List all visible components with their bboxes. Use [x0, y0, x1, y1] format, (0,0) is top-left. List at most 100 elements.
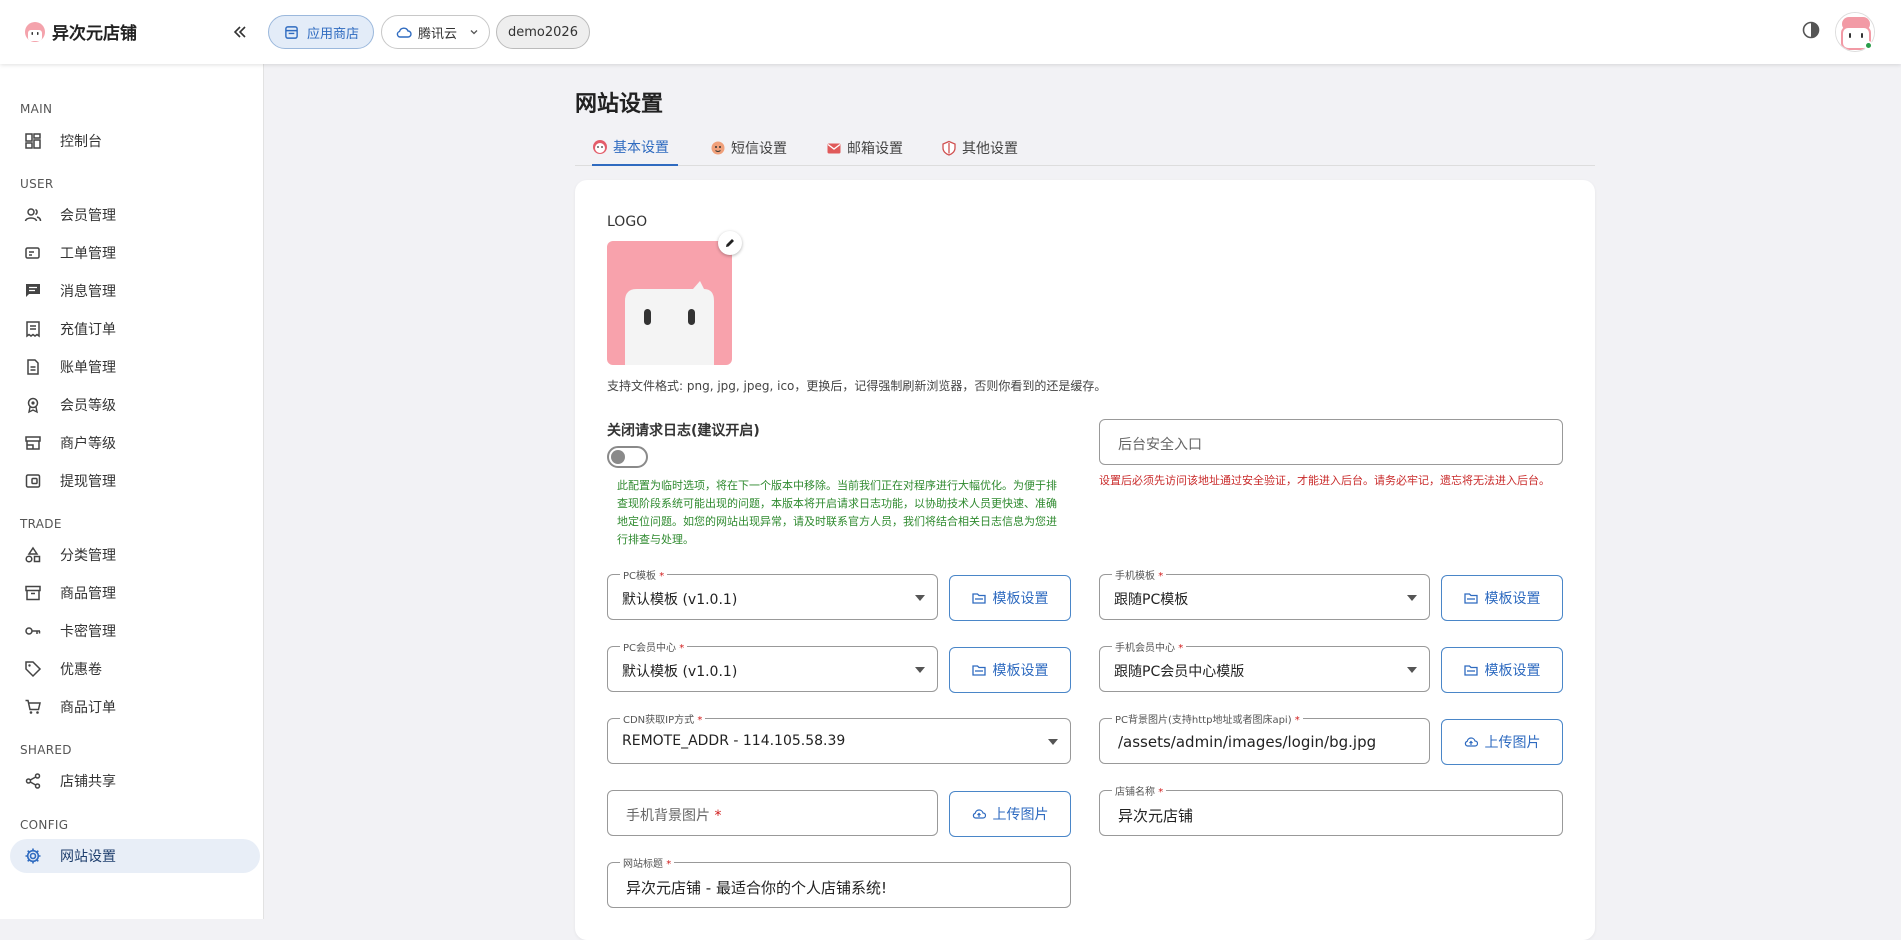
logo-image[interactable]	[607, 241, 732, 365]
field-label: 手机会员中心	[1115, 643, 1175, 654]
collapse-sidebar-button[interactable]	[228, 20, 252, 44]
request-log-label: 关闭请求日志(建议开启)	[607, 423, 760, 439]
sidebar-item-label: 提现管理	[60, 474, 116, 490]
sidebar-item-label: 卡密管理	[60, 624, 116, 640]
dropdown-caret-icon	[1407, 595, 1417, 601]
tag-icon	[25, 661, 42, 678]
upload-pc-background-button[interactable]: 上传图片	[1441, 719, 1563, 765]
sidebar-item-label: 会员管理	[60, 208, 116, 224]
sidebar-item-merchant-levels[interactable]: 商户等级	[10, 426, 260, 460]
admin-entry-field[interactable]: 后台安全入口	[1099, 419, 1563, 465]
category-icon	[25, 546, 41, 563]
sidebar-item-members[interactable]: 会员管理	[10, 198, 260, 232]
brand[interactable]: 异次元店铺	[24, 19, 137, 44]
pc-template-settings-button[interactable]: 模板设置	[949, 575, 1071, 621]
sidebar-item-messages[interactable]: 消息管理	[10, 274, 260, 308]
folder-icon	[971, 593, 986, 604]
demo-label: demo2026	[508, 24, 578, 40]
cloud-upload-icon	[972, 809, 986, 819]
sidebar-item-label: 工单管理	[60, 246, 116, 262]
tab-label: 邮箱设置	[847, 141, 903, 157]
tab-label: 其他设置	[962, 141, 1018, 157]
store-icon	[25, 436, 41, 450]
pc-background-input[interactable]: PC背景图片(支持http地址或者图床api) * /assets/admin/…	[1099, 711, 1430, 764]
mail-icon	[827, 143, 841, 154]
field-label: 网站标题	[623, 859, 663, 870]
sidebar-item-tickets[interactable]: 工单管理	[10, 236, 260, 270]
ticket-icon	[25, 247, 40, 259]
mobile-member-center-select[interactable]: 手机会员中心 * 跟随PC会员中心模版	[1099, 639, 1430, 692]
edit-logo-button[interactable]	[718, 231, 742, 255]
mobile-background-input[interactable]: 手机背景图片 *	[607, 790, 938, 836]
sidebar-item-label: 商户等级	[60, 436, 116, 452]
double-chevron-left-icon	[233, 26, 246, 38]
field-value: REMOTE_ADDR - 114.105.58.39	[622, 733, 846, 749]
sidebar-item-shop-share[interactable]: 店铺共享	[10, 764, 260, 798]
pc-template-select[interactable]: PC模板 * 默认模板 (v1.0.1)	[607, 567, 938, 620]
cloud-selector[interactable]: 腾讯云	[381, 15, 490, 49]
wallet-icon	[25, 474, 41, 488]
site-title-input[interactable]: 网站标题 * 异次元店铺 - 最适合你的个人店铺系统!	[607, 855, 1071, 908]
mobile-template-select[interactable]: 手机模板 * 跟随PC模板	[1099, 567, 1430, 620]
sidebar-item-products[interactable]: 商品管理	[10, 576, 260, 610]
button-label: 上传图片	[992, 807, 1049, 823]
shield-icon	[942, 140, 956, 156]
field-value: 异次元店铺	[1118, 807, 1194, 825]
archive-icon	[25, 585, 41, 601]
sidebar-item-dashboard[interactable]: 控制台	[10, 124, 260, 158]
sidebar-item-coupons[interactable]: 优惠卷	[10, 652, 260, 686]
field-label: 手机模板	[1115, 571, 1155, 582]
field-value: 默认模板 (v1.0.1)	[622, 664, 738, 680]
cloud-label: 腾讯云	[418, 26, 458, 42]
sidebar-item-product-orders[interactable]: 商品订单	[10, 690, 260, 724]
sidebar-item-categories[interactable]: 分类管理	[10, 538, 260, 572]
folder-icon	[1463, 665, 1478, 676]
request-log-toggle[interactable]	[607, 446, 648, 468]
sidebar-item-label: 优惠卷	[60, 662, 102, 678]
dropdown-caret-icon	[915, 667, 925, 673]
sidebar-item-member-levels[interactable]: 会员等级	[10, 388, 260, 422]
sidebar-item-label: 会员等级	[60, 398, 116, 414]
sidebar-item-label: 消息管理	[60, 284, 116, 300]
mobile-member-settings-button[interactable]: 模板设置	[1441, 647, 1563, 693]
sidebar-item-site-settings[interactable]: 网站设置	[10, 839, 260, 873]
pc-member-center-select[interactable]: PC会员中心 * 默认模板 (v1.0.1)	[607, 639, 938, 692]
cdn-ip-select[interactable]: CDN获取IP方式 * REMOTE_ADDR - 114.105.58.39	[607, 711, 1071, 764]
upload-mobile-background-button[interactable]: 上传图片	[949, 791, 1071, 837]
button-label: 模板设置	[992, 591, 1049, 607]
dropdown-caret-icon	[1407, 667, 1417, 673]
request-log-note: 此配置为临时选项，将在下一个版本中移除。当前我们正在对程序进行大幅优化。为便于排…	[617, 479, 1057, 546]
chevron-down-icon	[470, 30, 478, 35]
demo-chip[interactable]: demo2026	[496, 15, 590, 49]
button-label: 上传图片	[1484, 735, 1541, 751]
message-icon	[26, 284, 40, 297]
receipt-icon	[26, 321, 40, 338]
tab-label: 短信设置	[731, 141, 787, 157]
theme-toggle-button[interactable]	[1801, 20, 1825, 44]
sidebar-item-recharge-orders[interactable]: 充值订单	[10, 312, 260, 346]
dashboard-icon	[25, 133, 41, 149]
sidebar-item-bills[interactable]: 账单管理	[10, 350, 260, 384]
app-store-button[interactable]: 应用商店	[268, 15, 374, 49]
cloud-upload-icon	[1464, 737, 1478, 747]
cloud-icon	[396, 27, 412, 38]
tab-basic-settings[interactable]: 基本设置	[592, 130, 678, 166]
top-bar: 异次元店铺 应用商店 腾讯云 demo2026	[0, 0, 1901, 64]
logo-label: LOGO	[607, 214, 648, 230]
logo-hint: 支持文件格式: png, jpg, jpeg, ico，更换后，记得强制刷新浏览…	[607, 379, 1107, 393]
tab-other-settings[interactable]: 其他设置	[941, 130, 1018, 166]
sidebar-item-withdrawals[interactable]: 提现管理	[10, 464, 260, 498]
tab-sms-settings[interactable]: 短信设置	[710, 130, 787, 166]
sidebar-item-card-keys[interactable]: 卡密管理	[10, 614, 260, 648]
field-label: CDN获取IP方式	[623, 715, 695, 726]
section-shared: SHARED	[20, 743, 72, 757]
section-config: CONFIG	[20, 818, 69, 832]
mobile-template-settings-button[interactable]: 模板设置	[1441, 575, 1563, 621]
tab-email-settings[interactable]: 邮箱设置	[826, 130, 903, 166]
tab-label: 基本设置	[613, 140, 669, 156]
field-value: 默认模板 (v1.0.1)	[622, 592, 738, 608]
shop-name-input[interactable]: 店铺名称 * 异次元店铺	[1099, 783, 1563, 836]
pc-member-settings-button[interactable]: 模板设置	[949, 647, 1071, 693]
sidebar-item-label: 充值订单	[60, 322, 116, 338]
admin-entry-placeholder: 后台安全入口	[1118, 437, 1202, 453]
